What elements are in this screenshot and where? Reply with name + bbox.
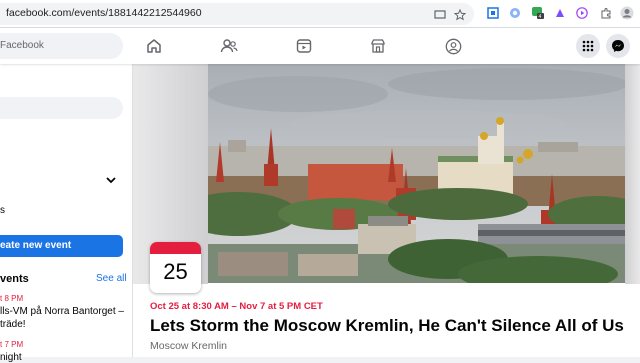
event-cover-photo <box>208 64 625 283</box>
event-location[interactable]: Moscow Kremlin <box>150 340 227 352</box>
upcoming-event-time: t 7 PM <box>0 340 24 349</box>
home-icon <box>147 39 161 53</box>
sidebar-search-input[interactable] <box>0 97 123 119</box>
ext-purple-icon[interactable] <box>553 6 567 20</box>
friends-icon <box>220 39 238 53</box>
event-date-badge: 25 <box>150 242 201 293</box>
ext-play-icon[interactable] <box>575 6 589 20</box>
chevron-down-icon[interactable] <box>105 172 117 190</box>
see-all-link[interactable]: See all <box>96 273 127 284</box>
profile-avatar-icon[interactable] <box>620 6 634 20</box>
browser-toolbar: facebook.com/events/1881442212544960 4 <box>0 0 640 28</box>
bookmark-star-icon[interactable] <box>453 8 466 21</box>
svg-text:4: 4 <box>539 14 542 20</box>
upcoming-event-time: t 8 PM <box>0 294 24 303</box>
video-tab[interactable] <box>287 32 321 60</box>
groups-tab[interactable] <box>436 32 470 60</box>
url-text[interactable]: facebook.com/events/1881442212544960 <box>6 7 202 19</box>
ext-blue-circle-icon[interactable] <box>508 6 522 20</box>
event-title: Lets Storm the Moscow Kremlin, He Can't … <box>150 316 624 335</box>
search-placeholder: Facebook <box>0 40 44 51</box>
facebook-top-nav: Facebook <box>0 28 640 64</box>
menu-button[interactable] <box>576 34 600 58</box>
friends-tab[interactable] <box>212 32 246 60</box>
video-icon <box>296 39 312 53</box>
date-badge-band <box>150 242 201 254</box>
event-day-number: 25 <box>163 259 188 284</box>
event-main: 25 Oct 25 at 8:30 AM – Nov 7 at 5 PM CET… <box>133 64 640 357</box>
your-events-heading: vents <box>0 273 29 285</box>
create-new-event-button[interactable]: eate new event <box>0 235 123 257</box>
upcoming-event-title-line2: träde! <box>0 319 26 330</box>
marketplace-tab[interactable] <box>361 32 395 60</box>
messenger-button[interactable] <box>606 34 630 58</box>
groups-icon <box>445 38 461 54</box>
sidebar-fragment-text: s <box>0 205 5 216</box>
messenger-icon <box>612 40 624 52</box>
event-datetime: Oct 25 at 8:30 AM – Nov 7 at 5 PM CET <box>150 301 323 312</box>
grid-menu-icon <box>582 40 594 52</box>
home-tab[interactable] <box>137 32 171 60</box>
marketplace-icon <box>371 39 385 53</box>
cast-icon[interactable] <box>433 8 446 21</box>
extension-puzzle-icon[interactable] <box>599 6 613 20</box>
upcoming-event-title-line1: lls-VM på Norra Bantorget – <box>0 306 124 317</box>
address-bar[interactable]: facebook.com/events/1881442212544960 <box>0 3 474 25</box>
facebook-search-box[interactable]: Facebook <box>0 33 123 59</box>
events-sidebar: s eate new event vents See all t 8 PM ll… <box>0 64 133 363</box>
upcoming-event-title-line1: night <box>0 352 22 363</box>
ext-badge-icon[interactable]: 4 <box>531 6 545 20</box>
ext-scanner-icon[interactable] <box>486 6 500 20</box>
cover-backdrop-right <box>625 64 640 284</box>
create-new-event-label: eate new event <box>0 240 72 251</box>
